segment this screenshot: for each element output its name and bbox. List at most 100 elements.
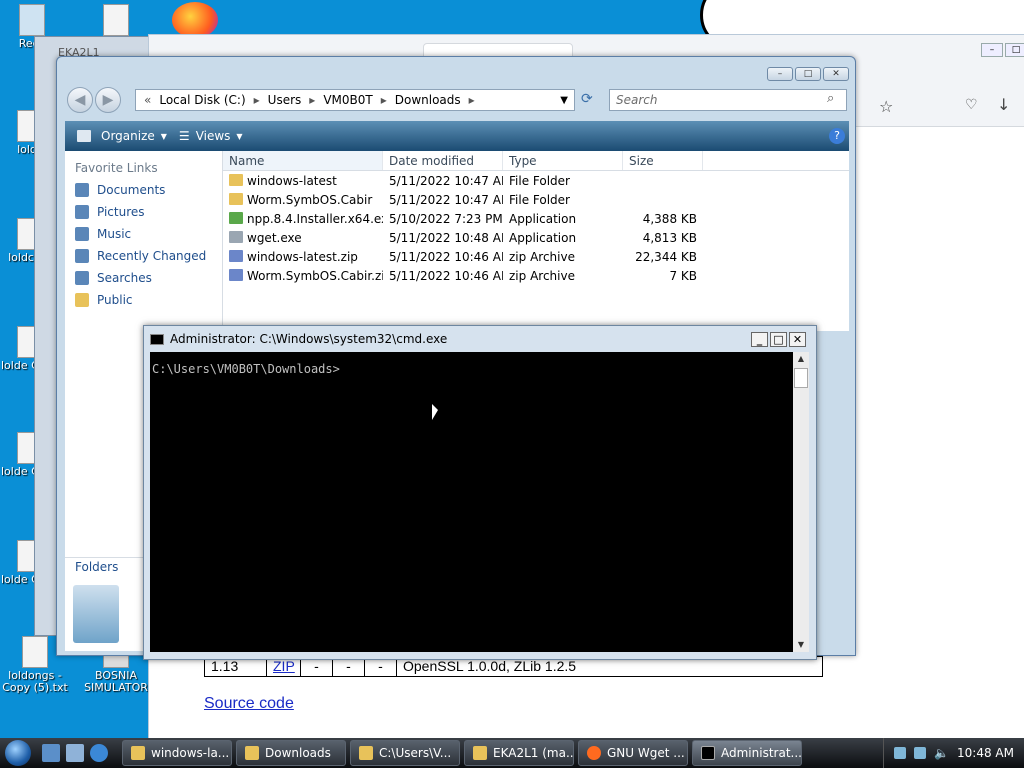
source-code-link[interactable]: Source code bbox=[204, 695, 294, 713]
forward-button[interactable]: ▶ bbox=[95, 87, 121, 113]
file-date: 5/11/2022 10:48 AM bbox=[389, 230, 503, 245]
file-row[interactable]: windows-latest.zip 5/11/2022 10:46 AM zip … bbox=[223, 247, 849, 266]
exe-icon bbox=[229, 230, 243, 243]
installer-icon bbox=[229, 211, 243, 224]
cmd-maximize-button[interactable]: □ bbox=[770, 332, 787, 347]
task-windows-latest[interactable]: windows-la... bbox=[122, 740, 232, 766]
command-toolbar: Organize ▼ ☰ Views ▼ ? bbox=[65, 121, 849, 151]
file-name: npp.8.4.Installer.x64.exe bbox=[223, 211, 383, 226]
address-chevron[interactable]: « bbox=[144, 93, 151, 107]
file-name: wget.exe bbox=[223, 230, 383, 245]
favorite-link-searches[interactable]: Searches bbox=[75, 271, 222, 285]
favorite-links-heading: Favorite Links bbox=[75, 161, 158, 175]
folder-icon bbox=[229, 173, 243, 186]
file-row[interactable]: npp.8.4.Installer.x64.exe 5/10/2022 7:23 … bbox=[223, 209, 849, 228]
column-header-name[interactable]: Name bbox=[223, 151, 383, 170]
folder-icon bbox=[131, 746, 145, 760]
switch-windows-icon[interactable] bbox=[66, 744, 84, 762]
column-header-type[interactable]: Type bbox=[503, 151, 623, 170]
refresh-icon[interactable]: ⟳ bbox=[581, 91, 593, 107]
file-row[interactable]: Worm.SymbOS.Cabir 5/11/2022 10:47 AM File … bbox=[223, 190, 849, 209]
file-name: windows-latest bbox=[223, 173, 383, 188]
scroll-down-icon[interactable]: ▼ bbox=[793, 638, 809, 652]
file-date: 5/10/2022 7:23 PM bbox=[389, 211, 503, 226]
favorite-link-music[interactable]: Music bbox=[75, 227, 222, 241]
organize-button[interactable]: Organize ▼ bbox=[77, 129, 167, 143]
zip-icon bbox=[229, 249, 243, 262]
recycle-bin-icon bbox=[19, 4, 45, 36]
task-gnu-wget[interactable]: GNU Wget ... bbox=[578, 740, 688, 766]
favorite-link-documents[interactable]: Documents bbox=[75, 183, 222, 197]
task-users-folder[interactable]: C:\Users\V... bbox=[350, 740, 460, 766]
search-input[interactable]: Search bbox=[609, 89, 847, 111]
start-button[interactable] bbox=[0, 738, 36, 768]
favorite-link-public[interactable]: Public bbox=[75, 293, 222, 307]
address-bar[interactable]: « Local Disk (C:) ▸ Users ▸ VM0B0T ▸ Downlo… bbox=[135, 89, 575, 111]
taskbar: windows-la... Downloads C:\Users\V... EK… bbox=[0, 738, 1024, 768]
column-header-date-modified[interactable]: Date modified bbox=[383, 151, 503, 170]
breadcrumb-users[interactable]: Users bbox=[268, 93, 302, 107]
file-row[interactable]: Worm.SymbOS.Cabir.zip 5/11/2022 10:46 AM z… bbox=[223, 266, 849, 285]
search-icon[interactable]: ⌕ bbox=[827, 91, 834, 106]
breadcrumb-downloads[interactable]: Downloads bbox=[395, 93, 461, 107]
help-icon[interactable]: ? bbox=[829, 128, 845, 144]
text-file-icon bbox=[103, 4, 129, 36]
breadcrumb-vm0b0t[interactable]: VM0B0T bbox=[323, 93, 372, 107]
cmd-window-controls: _ □ ✕ bbox=[751, 332, 806, 347]
browser-maximize-button[interactable]: □ bbox=[1005, 43, 1024, 57]
cmd-window: Administrator: C:\Windows\system32\cmd.e… bbox=[143, 325, 817, 660]
favorite-link-pictures[interactable]: Pictures bbox=[75, 205, 222, 219]
file-type: Application bbox=[509, 230, 577, 245]
cmd-title: Administrator: C:\Windows\system32\cmd.e… bbox=[170, 332, 448, 346]
file-size: 4,388 KB bbox=[642, 211, 697, 226]
folder-icon bbox=[229, 192, 243, 205]
file-row[interactable]: wget.exe 5/11/2022 10:48 AM Application 4,8… bbox=[223, 228, 849, 247]
views-icon: ☰ bbox=[178, 129, 190, 143]
file-row[interactable]: windows-latest 5/11/2022 10:47 AM File Fol… bbox=[223, 171, 849, 190]
column-headers: Name Date modified Type Size bbox=[223, 151, 849, 171]
minimize-button[interactable]: – bbox=[767, 67, 793, 81]
file-type: File Folder bbox=[509, 173, 570, 188]
folder-icon bbox=[473, 746, 487, 760]
mouse-cursor-icon bbox=[432, 404, 438, 420]
desktop-icon[interactable] bbox=[86, 4, 146, 38]
display-icon[interactable] bbox=[914, 747, 927, 759]
network-icon[interactable] bbox=[894, 747, 907, 759]
cmd-icon bbox=[150, 333, 164, 345]
windows-logo-icon bbox=[5, 740, 31, 766]
pocket-icon[interactable]: ♡ bbox=[965, 97, 978, 113]
back-button[interactable]: ◀ bbox=[67, 87, 93, 113]
file-size: 4,813 KB bbox=[642, 230, 697, 245]
file-size: 22,344 KB bbox=[635, 249, 697, 264]
maximize-button[interactable]: □ bbox=[795, 67, 821, 81]
chevron-down-icon[interactable]: ▼ bbox=[560, 95, 568, 106]
cmd-scrollbar[interactable]: ▲ ▼ bbox=[793, 352, 809, 652]
cmd-titlebar[interactable]: Administrator: C:\Windows\system32\cmd.e… bbox=[144, 326, 816, 352]
scroll-up-icon[interactable]: ▲ bbox=[793, 352, 809, 366]
documents-icon bbox=[75, 183, 89, 197]
task-eka2l1[interactable]: EKA2L1 (ma... bbox=[464, 740, 574, 766]
browser-minimize-button[interactable]: – bbox=[981, 43, 1003, 57]
clock[interactable]: 10:48 AM bbox=[957, 746, 1014, 760]
firefox-icon[interactable] bbox=[172, 2, 218, 38]
column-header-size[interactable]: Size bbox=[623, 151, 703, 170]
console-output[interactable]: C:\Users\VM0B0T\Downloads> bbox=[150, 352, 793, 652]
explorer-window-controls: – □ ✕ bbox=[767, 67, 849, 81]
bookmark-star-icon[interactable]: ☆ bbox=[879, 97, 893, 116]
favorite-link-recently-changed[interactable]: Recently Changed bbox=[75, 249, 222, 263]
close-button[interactable]: ✕ bbox=[823, 67, 849, 81]
cmd-minimize-button[interactable]: _ bbox=[751, 332, 768, 347]
file-date: 5/11/2022 10:46 AM bbox=[389, 268, 503, 283]
show-desktop-icon[interactable] bbox=[42, 744, 60, 762]
task-downloads[interactable]: Downloads bbox=[236, 740, 346, 766]
cmd-close-button[interactable]: ✕ bbox=[789, 332, 806, 347]
scrollbar-thumb[interactable] bbox=[794, 368, 808, 388]
download-icon[interactable]: ↓ bbox=[997, 95, 1010, 114]
command-prompt: C:\Users\VM0B0T\Downloads> bbox=[152, 362, 340, 376]
views-button[interactable]: ☰ Views ▼ bbox=[179, 129, 243, 143]
breadcrumb-local-disk[interactable]: Local Disk (C:) bbox=[159, 93, 245, 107]
task-administrator-cmd[interactable]: Administrat... bbox=[692, 740, 802, 766]
internet-explorer-icon[interactable] bbox=[90, 744, 108, 762]
file-name: Worm.SymbOS.Cabir bbox=[223, 192, 383, 207]
volume-icon[interactable]: 🔈 bbox=[934, 746, 949, 760]
